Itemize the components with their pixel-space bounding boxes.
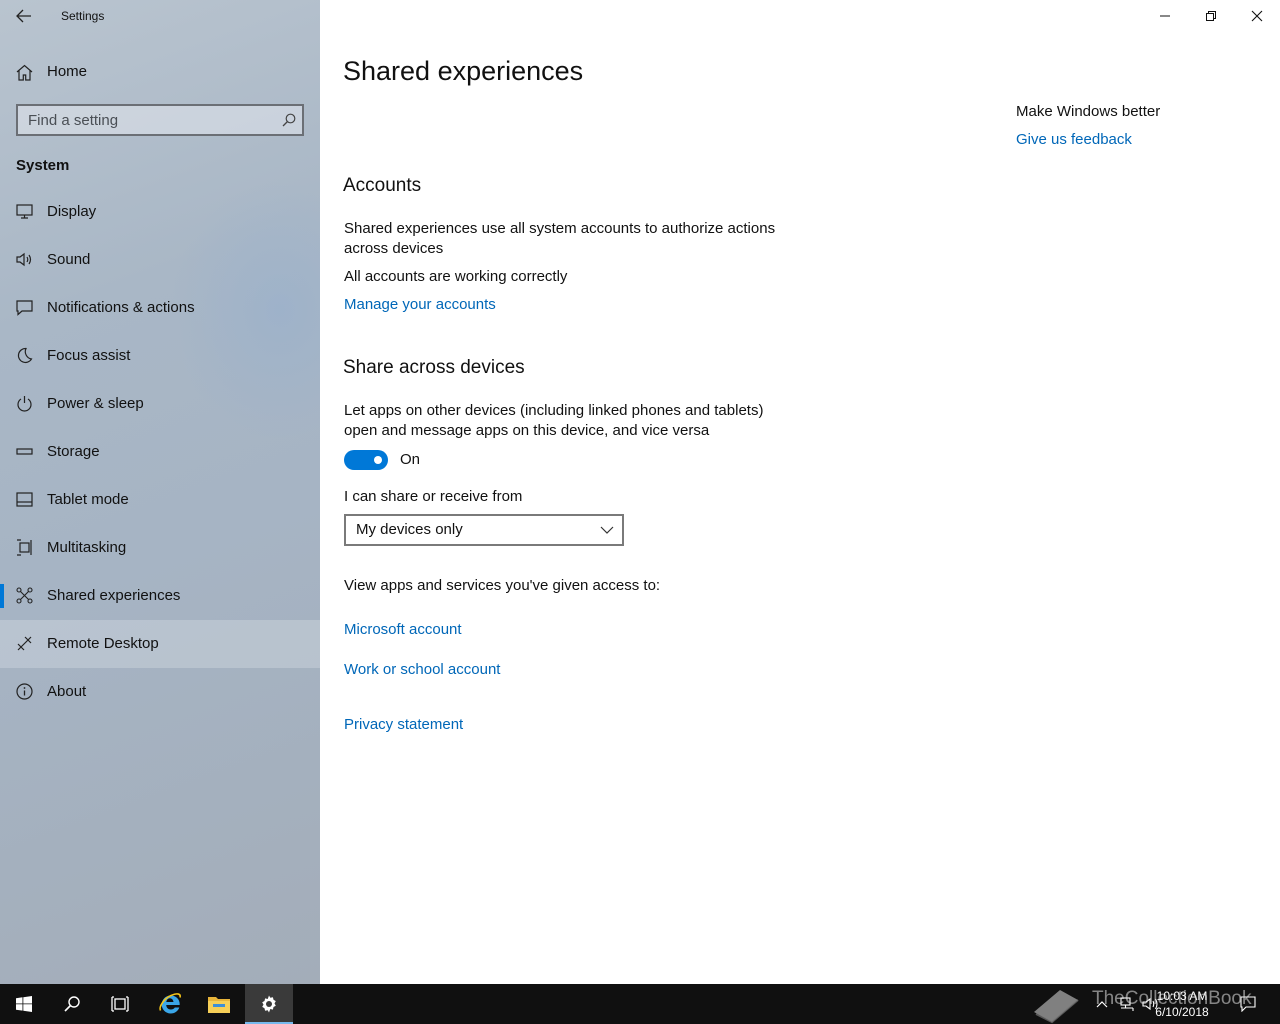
sidebar-item-focus-assist[interactable]: Focus assist (0, 332, 320, 380)
app-title: Settings (61, 9, 105, 23)
selection-indicator (0, 584, 4, 608)
focus-assist-icon (17, 347, 33, 364)
share-across-devices-toggle[interactable] (344, 450, 388, 470)
privacy-statement-link[interactable]: Privacy statement (344, 716, 463, 733)
search-input[interactable] (18, 106, 268, 134)
taskbar-search-button[interactable] (48, 984, 96, 1024)
sidebar-item-about[interactable]: About (0, 668, 320, 716)
show-hidden-icons-button[interactable] (1092, 984, 1112, 1024)
share-description-line-1: Let apps on other devices (including lin… (344, 402, 764, 419)
manage-accounts-link[interactable]: Manage your accounts (344, 296, 496, 313)
sidebar-item-label: Power & sleep (47, 395, 144, 412)
system-clock[interactable]: 10:03 AM 6/10/2018 (1142, 988, 1222, 1020)
tablet-mode-icon (16, 492, 33, 507)
minimize-button[interactable] (1142, 0, 1188, 32)
sidebar-item-display[interactable]: Display (0, 188, 320, 236)
sidebar-item-label: Home (47, 63, 88, 80)
share-description-line-2: open and message apps on this device, an… (344, 422, 710, 439)
restore-button[interactable] (1188, 0, 1234, 32)
make-windows-better-title: Make Windows better (1016, 103, 1161, 120)
share-across-devices-heading: Share across devices (343, 357, 525, 378)
sidebar-item-storage[interactable]: Storage (0, 428, 320, 476)
close-icon (1251, 10, 1263, 22)
share-receive-label: I can share or receive from (344, 488, 523, 505)
power-icon (17, 396, 32, 412)
shared-experiences-icon (16, 587, 33, 604)
accounts-description-line-1: Shared experiences use all system accoun… (344, 220, 776, 237)
multitasking-icon (17, 539, 32, 556)
accounts-description-line-2: across devices (344, 240, 444, 257)
clock-time: 10:03 AM (1156, 989, 1208, 1003)
sidebar-item-label: Focus assist (47, 347, 131, 364)
sidebar-item-label: Remote Desktop (47, 635, 159, 652)
restore-icon (1206, 11, 1216, 21)
taskbar: 10:03 AM 6/10/2018 (0, 984, 1280, 1024)
microsoft-account-link[interactable]: Microsoft account (344, 621, 462, 638)
file-explorer-icon (208, 997, 230, 1013)
search-icon (64, 996, 80, 1012)
sidebar-item-label: Storage (47, 443, 100, 460)
home-icon (16, 64, 33, 81)
sidebar-nav: Display Sound Notifications & actions Fo… (0, 188, 320, 716)
sidebar-item-label: Shared experiences (47, 587, 181, 604)
minimize-icon (1160, 15, 1170, 17)
task-view-icon (111, 996, 129, 1012)
give-feedback-link[interactable]: Give us feedback (1016, 131, 1132, 148)
sidebar-item-sound[interactable]: Sound (0, 236, 320, 284)
section-title: System (16, 157, 70, 174)
dropdown-selected-value: My devices only (356, 521, 463, 538)
chevron-down-icon (600, 526, 614, 534)
share-receive-dropdown[interactable]: My devices only (344, 514, 624, 546)
network-icon (1120, 997, 1134, 1011)
back-arrow-icon (16, 9, 31, 23)
task-view-button[interactable] (96, 984, 144, 1024)
start-button[interactable] (0, 984, 48, 1024)
storage-icon (16, 448, 33, 455)
sidebar-item-label: Tablet mode (47, 491, 129, 508)
sidebar-item-notifications[interactable]: Notifications & actions (0, 284, 320, 332)
file-explorer-button[interactable] (195, 984, 243, 1024)
access-label: View apps and services you've given acce… (344, 577, 661, 594)
sidebar-item-label: Notifications & actions (47, 299, 195, 316)
clock-date: 6/10/2018 (1155, 1005, 1209, 1019)
sidebar-item-remote-desktop[interactable]: Remote Desktop (0, 620, 320, 668)
page-title: Shared experiences (343, 56, 584, 86)
sidebar-item-label: About (47, 683, 87, 700)
display-icon (16, 204, 33, 219)
window-controls (1142, 0, 1280, 32)
work-school-account-link[interactable]: Work or school account (344, 661, 500, 678)
toggle-state-label: On (400, 451, 421, 468)
internet-explorer-icon (159, 993, 181, 1014)
accounts-status: All accounts are working correctly (344, 268, 568, 285)
info-icon (16, 683, 33, 700)
accounts-heading: Accounts (343, 175, 422, 196)
sidebar-item-home[interactable]: Home (0, 52, 320, 92)
settings-sidebar: Settings Home System Display Sound Notif… (0, 0, 320, 984)
remote-desktop-icon (17, 636, 32, 651)
settings-taskbar-button[interactable] (245, 984, 293, 1024)
internet-explorer-button[interactable] (146, 984, 194, 1024)
sound-icon (16, 252, 32, 267)
close-button[interactable] (1234, 0, 1280, 32)
sidebar-item-shared-experiences[interactable]: Shared experiences (0, 572, 320, 620)
sidebar-item-label: Display (47, 203, 97, 220)
sidebar-item-multitasking[interactable]: Multitasking (0, 524, 320, 572)
chevron-up-icon (1096, 1001, 1108, 1008)
sidebar-item-label: Sound (47, 251, 91, 268)
content-pane: Shared experiences Accounts Shared exper… (320, 0, 1280, 984)
action-center-icon (1240, 996, 1256, 1012)
sidebar-item-label: Multitasking (47, 539, 127, 556)
sidebar-item-tablet-mode[interactable]: Tablet mode (0, 476, 320, 524)
notifications-icon (16, 300, 33, 316)
search-icon[interactable] (282, 113, 296, 127)
action-center-button[interactable] (1234, 984, 1262, 1024)
back-button[interactable] (0, 0, 48, 32)
network-tray-button[interactable] (1116, 984, 1138, 1024)
toggle-knob (374, 456, 382, 464)
settings-search-box[interactable] (16, 104, 304, 136)
settings-gear-icon (262, 995, 276, 1013)
sidebar-item-power-sleep[interactable]: Power & sleep (0, 380, 320, 428)
windows-start-icon (16, 996, 32, 1012)
